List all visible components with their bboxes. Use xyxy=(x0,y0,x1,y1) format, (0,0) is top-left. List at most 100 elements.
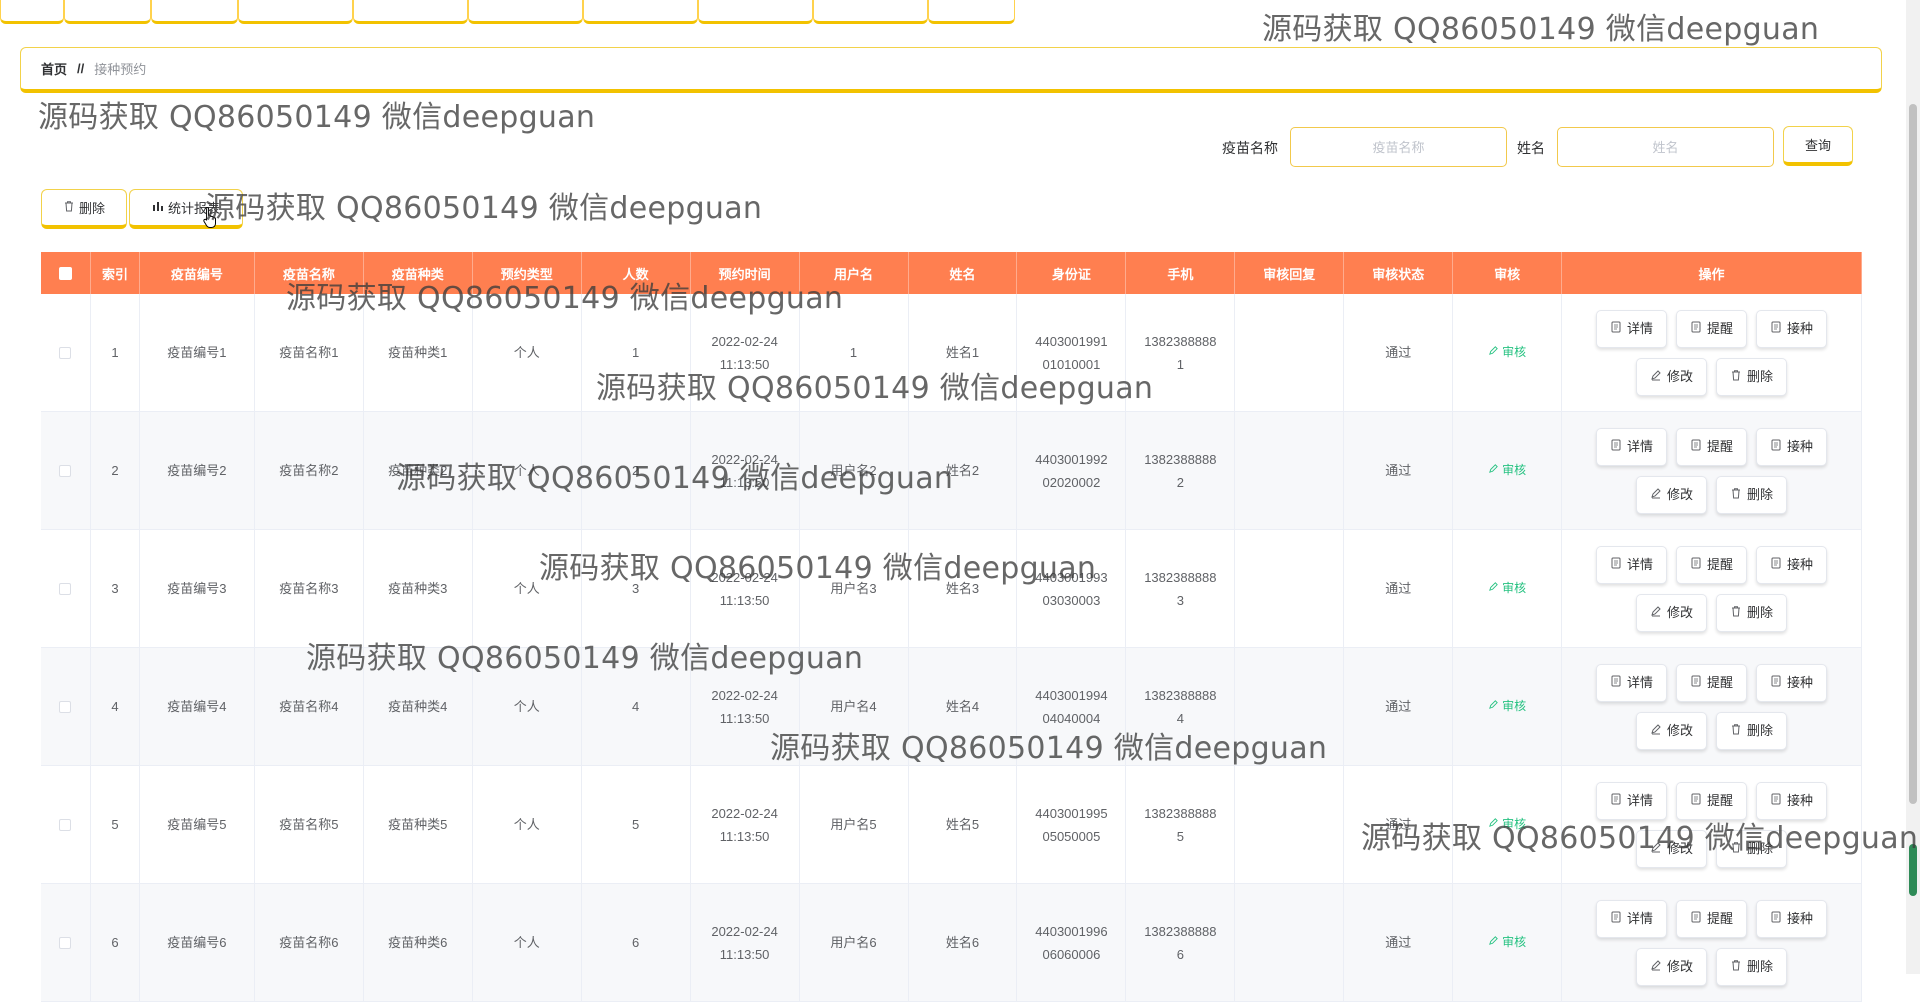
audit-link[interactable]: 审核 xyxy=(1488,341,1526,364)
audit-status: 通过 xyxy=(1385,699,1412,714)
select-all-checkbox[interactable] xyxy=(58,266,72,280)
delete-button[interactable]: 删除 xyxy=(1716,829,1788,868)
watermark: 源码获取 QQ86050149 微信deepguan xyxy=(38,100,596,135)
nav-tab[interactable] xyxy=(468,0,583,24)
document-icon xyxy=(1690,789,1702,812)
breadcrumb-home[interactable]: 首页 xyxy=(41,59,67,78)
document-icon xyxy=(1690,907,1702,930)
detail-button[interactable]: 详情 xyxy=(1596,899,1668,938)
row-index: 2 xyxy=(111,463,119,478)
vaccinate-button[interactable]: 接种 xyxy=(1756,309,1828,348)
nav-tab[interactable] xyxy=(583,0,698,24)
booking-type: 个人 xyxy=(513,935,540,950)
edit-button[interactable]: 修改 xyxy=(1636,593,1708,632)
remind-button[interactable]: 提醒 xyxy=(1676,545,1748,584)
cell-audit-status: 通过 xyxy=(1344,530,1454,647)
phone-line2: 2 xyxy=(1176,474,1184,490)
edit-button[interactable]: 修改 xyxy=(1636,711,1708,750)
detail-label: 详情 xyxy=(1627,911,1654,926)
stats-report-button[interactable]: 统计报表 xyxy=(129,189,243,229)
audit-link[interactable]: 审核 xyxy=(1488,695,1526,718)
vaccine-code: 疫苗编号4 xyxy=(167,699,227,714)
booking-time-line1: 2022-02-24 xyxy=(711,569,778,585)
scrollbar-indicator xyxy=(1909,844,1917,896)
delete-button[interactable]: 删除 xyxy=(1716,357,1788,396)
edit-label: 修改 xyxy=(1667,487,1694,502)
vaccinate-button[interactable]: 接种 xyxy=(1756,545,1828,584)
detail-button[interactable]: 详情 xyxy=(1596,309,1668,348)
vaccinate-button[interactable]: 接种 xyxy=(1756,899,1828,938)
nav-tab[interactable] xyxy=(813,0,928,24)
nav-tab[interactable] xyxy=(0,0,64,24)
edit-icon xyxy=(1650,365,1662,388)
remind-button[interactable]: 提醒 xyxy=(1676,899,1748,938)
vertical-scrollbar[interactable] xyxy=(1906,0,1920,974)
row-checkbox[interactable] xyxy=(59,464,72,477)
row-checkbox[interactable] xyxy=(59,936,72,949)
delete-button[interactable]: 删除 xyxy=(1716,711,1788,750)
nav-tab[interactable] xyxy=(238,0,353,24)
header-select-all[interactable] xyxy=(41,252,91,294)
audit-link[interactable]: 审核 xyxy=(1488,459,1526,482)
nav-tab[interactable] xyxy=(928,0,1015,24)
remind-button[interactable]: 提醒 xyxy=(1676,309,1748,348)
audit-link[interactable]: 审核 xyxy=(1488,577,1526,600)
row-checkbox[interactable] xyxy=(59,700,72,713)
audit-link-label: 审核 xyxy=(1502,935,1527,949)
edit-button[interactable]: 修改 xyxy=(1636,475,1708,514)
phone-line1: 1382388888 xyxy=(1144,333,1217,349)
delete-label: 删除 xyxy=(1747,605,1774,620)
remind-label: 提醒 xyxy=(1707,675,1734,690)
edit-button[interactable]: 修改 xyxy=(1636,357,1708,396)
cell-id-card: 4403001993 03030003 xyxy=(1017,530,1127,647)
nav-tab[interactable] xyxy=(64,0,151,24)
detail-button[interactable]: 详情 xyxy=(1596,781,1668,820)
remind-button[interactable]: 提醒 xyxy=(1676,781,1748,820)
remind-button[interactable]: 提醒 xyxy=(1676,427,1748,466)
audit-link[interactable]: 审核 xyxy=(1488,931,1526,954)
audit-link[interactable]: 审核 xyxy=(1488,813,1526,836)
nav-tab[interactable] xyxy=(151,0,238,24)
name-input[interactable] xyxy=(1557,127,1774,167)
delete-button[interactable]: 删除 xyxy=(1716,593,1788,632)
cell-name: 姓名2 xyxy=(909,412,1018,529)
nav-tab[interactable] xyxy=(698,0,813,24)
vaccinate-button[interactable]: 接种 xyxy=(1756,427,1828,466)
edit-label: 修改 xyxy=(1667,605,1694,620)
cell-vaccine-type: 疫苗种类6 xyxy=(364,884,473,1001)
delete-button[interactable]: 删除 xyxy=(1716,947,1788,986)
vaccine-name-input[interactable] xyxy=(1290,127,1507,167)
table-row: 3 疫苗编号3 疫苗名称3 疫苗种类3 个人 3 2022-02-24 11:13:50 用户名… xyxy=(41,530,1862,648)
row-checkbox[interactable] xyxy=(59,582,72,595)
username: 用户名6 xyxy=(830,935,877,950)
booking-time-line1: 2022-02-24 xyxy=(711,805,778,821)
remind-button[interactable]: 提醒 xyxy=(1676,663,1748,702)
detail-button[interactable]: 详情 xyxy=(1596,545,1668,584)
vaccinate-button[interactable]: 接种 xyxy=(1756,663,1828,702)
detail-button[interactable]: 详情 xyxy=(1596,427,1668,466)
nav-tab[interactable] xyxy=(353,0,468,24)
query-button[interactable]: 查询 xyxy=(1783,126,1853,166)
edit-button[interactable]: 修改 xyxy=(1636,829,1708,868)
cell-name: 姓名6 xyxy=(909,884,1018,1001)
vaccine-type: 疫苗种类3 xyxy=(388,581,448,596)
edit-icon xyxy=(1650,483,1662,506)
cell-count: 1 xyxy=(582,294,691,411)
batch-delete-button[interactable]: 删除 xyxy=(41,189,127,229)
cell-index: 5 xyxy=(91,766,140,883)
row-checkbox[interactable] xyxy=(59,346,72,359)
row-index: 1 xyxy=(111,345,119,360)
cell-booking-type: 个人 xyxy=(473,648,582,765)
scrollbar-thumb[interactable] xyxy=(1909,104,1917,804)
vaccinate-label: 接种 xyxy=(1787,675,1814,690)
document-icon xyxy=(1770,671,1782,694)
edit-button[interactable]: 修改 xyxy=(1636,947,1708,986)
detail-button[interactable]: 详情 xyxy=(1596,663,1668,702)
delete-button[interactable]: 删除 xyxy=(1716,475,1788,514)
row-checkbox[interactable] xyxy=(59,818,72,831)
table-body: 1 疫苗编号1 疫苗名称1 疫苗种类1 个人 1 2022-02-24 11:13:50 1 姓名… xyxy=(41,294,1862,1002)
cell-select-all xyxy=(41,766,91,883)
detail-label: 详情 xyxy=(1627,675,1654,690)
audit-status: 通过 xyxy=(1385,463,1412,478)
vaccinate-button[interactable]: 接种 xyxy=(1756,781,1828,820)
